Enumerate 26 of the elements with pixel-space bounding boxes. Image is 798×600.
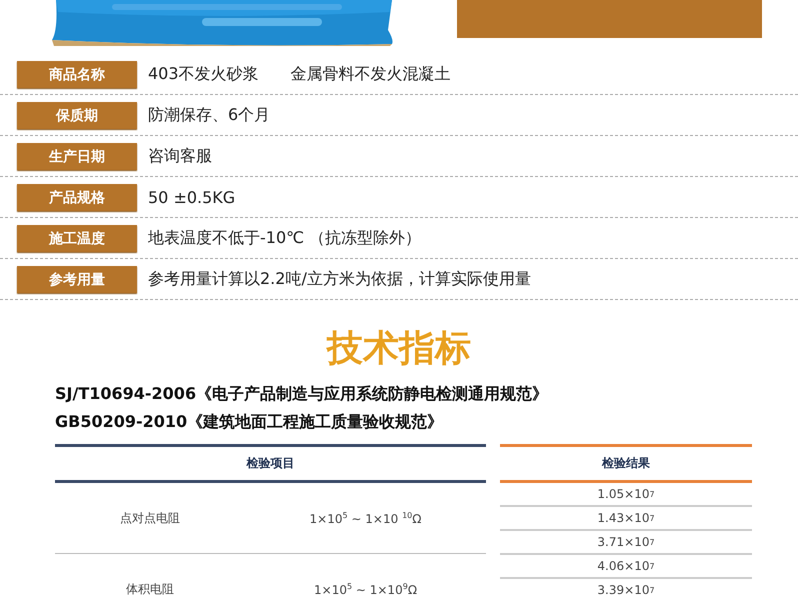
table-cell-text: 点对点电阻 [119,510,181,526]
column-header: 检验项目 [55,444,486,483]
spec-value: 50 ±0.5KG [148,188,236,207]
table-cell: 1.43×10$^{7}$ [500,507,752,531]
table-cell-text: 体积电阻 [125,580,175,598]
column-header: 检验结果 [500,444,752,483]
standard-reference: SJ/T10694-2006《电子产品制造与应用系统防静电检测通用规范》 [55,383,550,405]
spec-value: 咨询客服 [148,146,212,167]
spec-value: 防潮保存、6个月 [148,105,270,126]
spec-value: 地表温度不低于-10℃ （抗冻型除外） [148,228,422,249]
table-cell-text: 1×10$^{5}$ ~ 1×10 $^{10}$Ω [308,510,422,526]
spec-label: 生产日期 [17,143,137,170]
table-cell: 1.05×10$^{7}$ [500,483,752,507]
spec-label: 参考用量 [17,266,137,293]
spec-label: 保质期 [17,102,137,129]
table-cell: 4.06×10$^{7}$ [500,555,752,579]
spec-label: 商品名称 [17,61,137,88]
spec-label: 施工温度 [17,225,137,252]
spec-value: 参考用量计算以2.2吨/立方米为依据，计算实际使用量 [148,269,531,290]
table-cell: 3.39×10$^{7}$ [500,579,752,600]
table-cell-text: 1×10$^{5}$ ~ 1×10$^{9}$Ω [313,582,418,596]
spec-label: 产品规格 [17,184,137,211]
section-title: 技术指标 [325,327,472,371]
standard-reference: GB50209-2010《建筑地面工程施工质量验收规范》 [55,411,444,433]
table-cell: 3.71×10$^{7}$ [500,531,752,555]
spec-value: 403不发火砂浆 金属骨料不发火混凝土 [148,64,451,85]
